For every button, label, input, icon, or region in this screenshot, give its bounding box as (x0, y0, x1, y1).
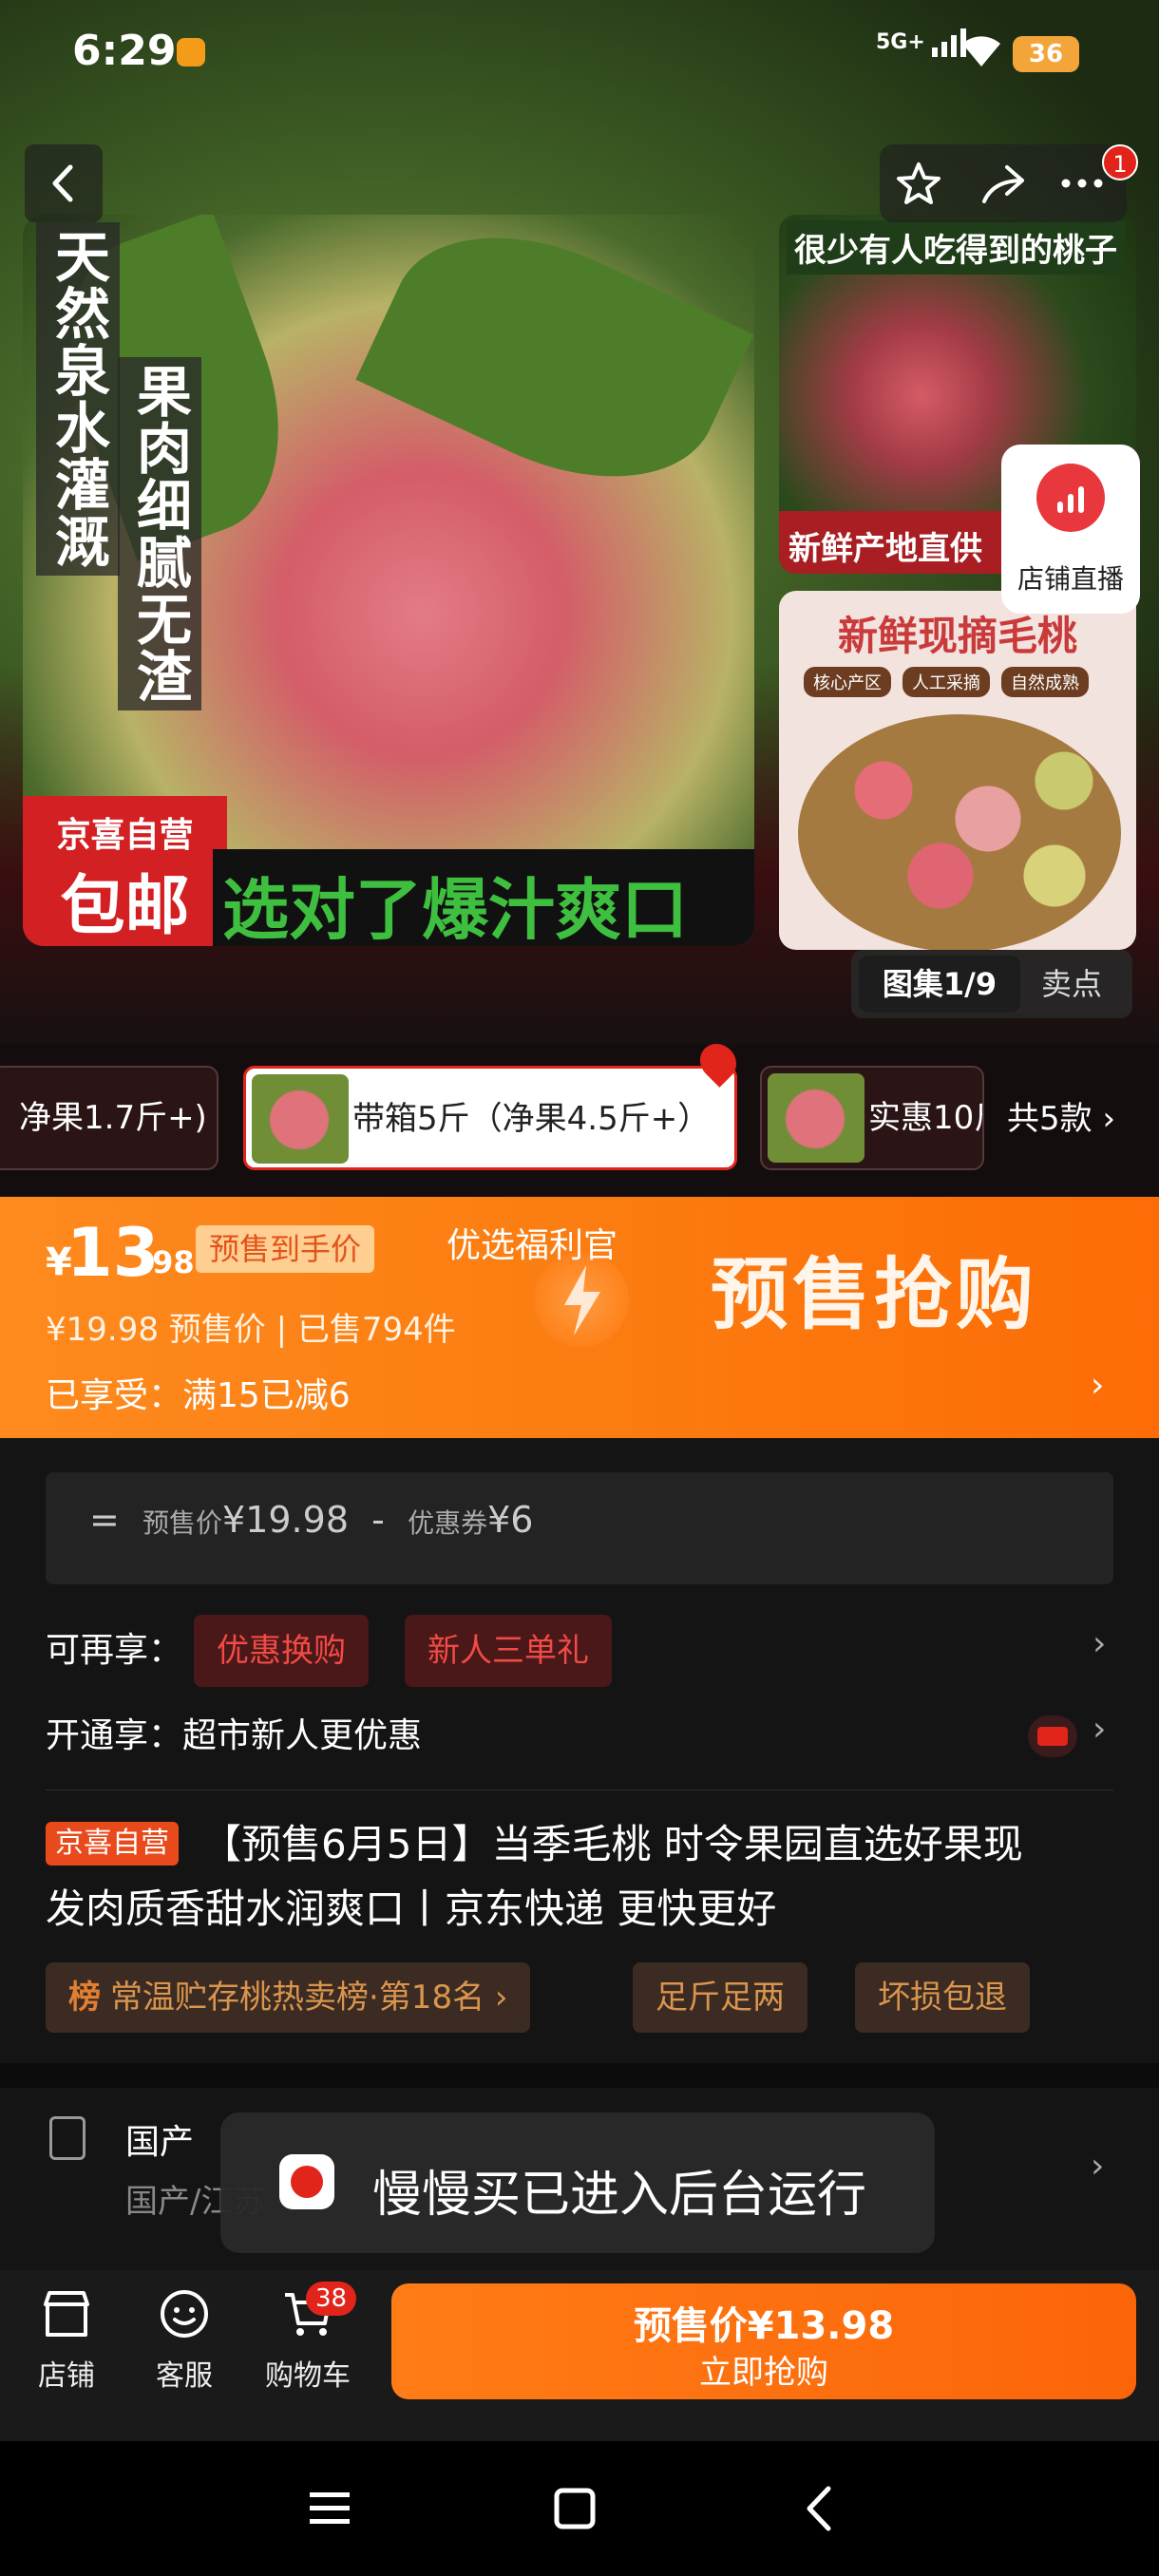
service-label: 客服 (156, 2359, 213, 2393)
vertical-slogan-1: 天然泉水灌溉 (36, 222, 120, 576)
gallery-switch[interactable]: 图集1/9 卖点 (851, 950, 1132, 1018)
badge-free-shipping: 包邮 (60, 869, 190, 944)
free-shipping-badge: 京喜自营 包邮 (23, 796, 227, 946)
app-logo-icon (279, 2154, 334, 2209)
service-tab[interactable]: 客服 (127, 2287, 241, 2394)
store-live-button[interactable]: 店铺直播 (1001, 445, 1140, 614)
price-subtext: ¥19.98 预售价 | 已售794件 (46, 1311, 456, 1349)
star-icon[interactable] (895, 160, 942, 207)
ranking-chip[interactable]: 榜常温贮存桃热卖榜·第18名 › (46, 1962, 531, 2033)
thumb1-title: 很少有人吃得到的桃子 (787, 220, 1125, 275)
open-benefit-label: 开通享： (46, 1716, 183, 1755)
battery-level: 36 (1028, 40, 1064, 68)
more-benefits-label: 可再享： (46, 1631, 183, 1670)
thumb2-tag: 核心产区 (804, 667, 891, 697)
variant-thumbnail (252, 1074, 349, 1164)
system-navigation-bar (0, 2441, 1159, 2576)
thumb2-tag: 人工采摘 (902, 667, 990, 697)
variant-label: 带箱5斤（净果4.5斤+） (352, 1100, 711, 1138)
calc-equals: = (89, 1499, 120, 1541)
vertical-slogan-2: 果肉细腻无渣 (118, 357, 201, 710)
menu-icon[interactable] (306, 2485, 353, 2532)
store-icon (44, 2291, 89, 2337)
wifi-icon (962, 36, 1000, 66)
gallery-thumbnail-2[interactable]: 新鲜现摘毛桃 核心产区 人工采摘 自然成熟 (779, 591, 1136, 950)
signal-icon: 5G+ (876, 28, 970, 57)
toast-message: 慢慢买已进入后台运行 (372, 2167, 867, 2224)
variant-option[interactable]: 净果1.7斤+) (0, 1066, 218, 1170)
variant-option[interactable]: 实惠10斤 (760, 1066, 984, 1170)
message-badge: 1 (1102, 144, 1138, 180)
signal-label: 5G+ (876, 30, 925, 54)
presale-price-tag: 预售到手价 (196, 1225, 375, 1273)
peach-basket-image (798, 714, 1121, 950)
ranking-label: 常温贮存桃热卖榜·第18名 › (110, 1979, 508, 2017)
sell-point-tab[interactable]: 卖点 (1041, 950, 1102, 1018)
chevron-right-icon[interactable]: › (1091, 2147, 1104, 2186)
full-weight-chip[interactable]: 足斤足两 (633, 1962, 808, 2033)
customer-service-icon (161, 2290, 208, 2338)
presale-rush-label: 预售抢购 (711, 1250, 1038, 1340)
badge-self-operated: 京喜自营 (56, 816, 194, 855)
buy-now-button[interactable]: 预售价¥13.98 立即抢购 (391, 2283, 1136, 2399)
calc-coupon-value: ¥6 (487, 1499, 534, 1541)
chevron-right-icon[interactable]: › (1091, 1366, 1104, 1405)
status-time: 6:29 (72, 27, 177, 75)
benefit-official-label: 优选福利官 (446, 1226, 618, 1265)
notification-app-icon (177, 38, 205, 66)
calc-minus: - (371, 1499, 385, 1541)
main-product-image[interactable]: 天然泉水灌溉 果肉细腻无渣 京喜自营 包邮 选对了爆汁爽口 (23, 215, 754, 946)
buy-button-label: 立即抢购 (699, 2354, 828, 2392)
buy-button-price: 预售价¥13.98 (633, 2304, 895, 2348)
calc-presale-label: 预售价 (142, 1507, 223, 1539)
origin-title: 国产 (125, 2123, 195, 2162)
variant-thumbnail (768, 1073, 864, 1163)
thumb2-tag: 自然成熟 (1001, 667, 1089, 697)
slogan-text: 选对了爆汁爽口 (222, 871, 688, 946)
ranking-icon: 榜 (68, 1979, 101, 2017)
product-title-line-1: 【预售6月5日】当季毛桃 时令果园直选好果现 (201, 1821, 1023, 1867)
battery-icon: 36 (1013, 36, 1079, 72)
back-button[interactable] (25, 144, 103, 222)
price-calculation: = 预售价¥19.98 - 优惠券¥6 (46, 1472, 1113, 1584)
share-icon[interactable] (978, 160, 1026, 207)
price-decimal: .98 (141, 1244, 195, 1280)
damage-refund-chip[interactable]: 坏损包退 (855, 1962, 1030, 2033)
benefit-chip-exchange[interactable]: 优惠换购 (194, 1615, 369, 1687)
variant-total-button[interactable]: 共5款 › (1007, 1045, 1115, 1193)
back-nav-icon[interactable] (798, 2485, 846, 2532)
home-icon[interactable] (551, 2485, 598, 2532)
calc-coupon-label: 优惠券 (408, 1507, 488, 1539)
slogan-bar: 选对了爆汁爽口 (213, 849, 754, 946)
top-action-bar (880, 144, 1127, 222)
section-divider (0, 2063, 1159, 2088)
leaf-decoration (355, 215, 754, 524)
variant-label: 净果1.7斤+) (19, 1099, 207, 1137)
document-icon (49, 2116, 86, 2160)
background-run-toast: 慢慢买已进入后台运行 (220, 2112, 935, 2253)
cart-label: 购物车 (265, 2359, 351, 2393)
cart-count-badge: 38 (306, 2282, 357, 2316)
variant-label: 实惠10斤 (868, 1099, 982, 1137)
open-benefit-row[interactable]: 开通享：超市新人更优惠 (46, 1708, 422, 1757)
discount-enjoyed: 已享受：满15已减6 (46, 1376, 351, 1415)
benefit-chip-newuser[interactable]: 新人三单礼 (405, 1615, 612, 1687)
product-title-line-2: 发肉质香甜水润爽口丨京东快递 更快更好 (46, 1885, 777, 1932)
variant-option-selected[interactable]: 带箱5斤（净果4.5斤+） (243, 1066, 737, 1170)
chevron-right-icon[interactable]: › (1092, 1710, 1106, 1749)
coupon-icon (1028, 1715, 1077, 1757)
variant-selector: 净果1.7斤+) 带箱5斤（净果4.5斤+） 实惠10斤 (0, 1045, 1159, 1197)
live-label: 店铺直播 (1016, 563, 1124, 595)
live-icon (1036, 464, 1105, 532)
chevron-right-icon[interactable]: › (1092, 1624, 1106, 1663)
self-operated-tag: 京喜自营 (46, 1822, 179, 1866)
more-icon[interactable] (1058, 160, 1106, 207)
store-tab[interactable]: 店铺 (10, 2287, 124, 2394)
store-label: 店铺 (38, 2359, 95, 2393)
chevron-left-icon (52, 164, 73, 202)
calc-presale-value: ¥19.98 (222, 1499, 349, 1541)
open-benefit-value: 超市新人更优惠 (182, 1716, 423, 1755)
gallery-count-tab[interactable]: 图集1/9 (859, 956, 1020, 1013)
thumb1-caption: 新鲜产地直供 (788, 530, 982, 568)
